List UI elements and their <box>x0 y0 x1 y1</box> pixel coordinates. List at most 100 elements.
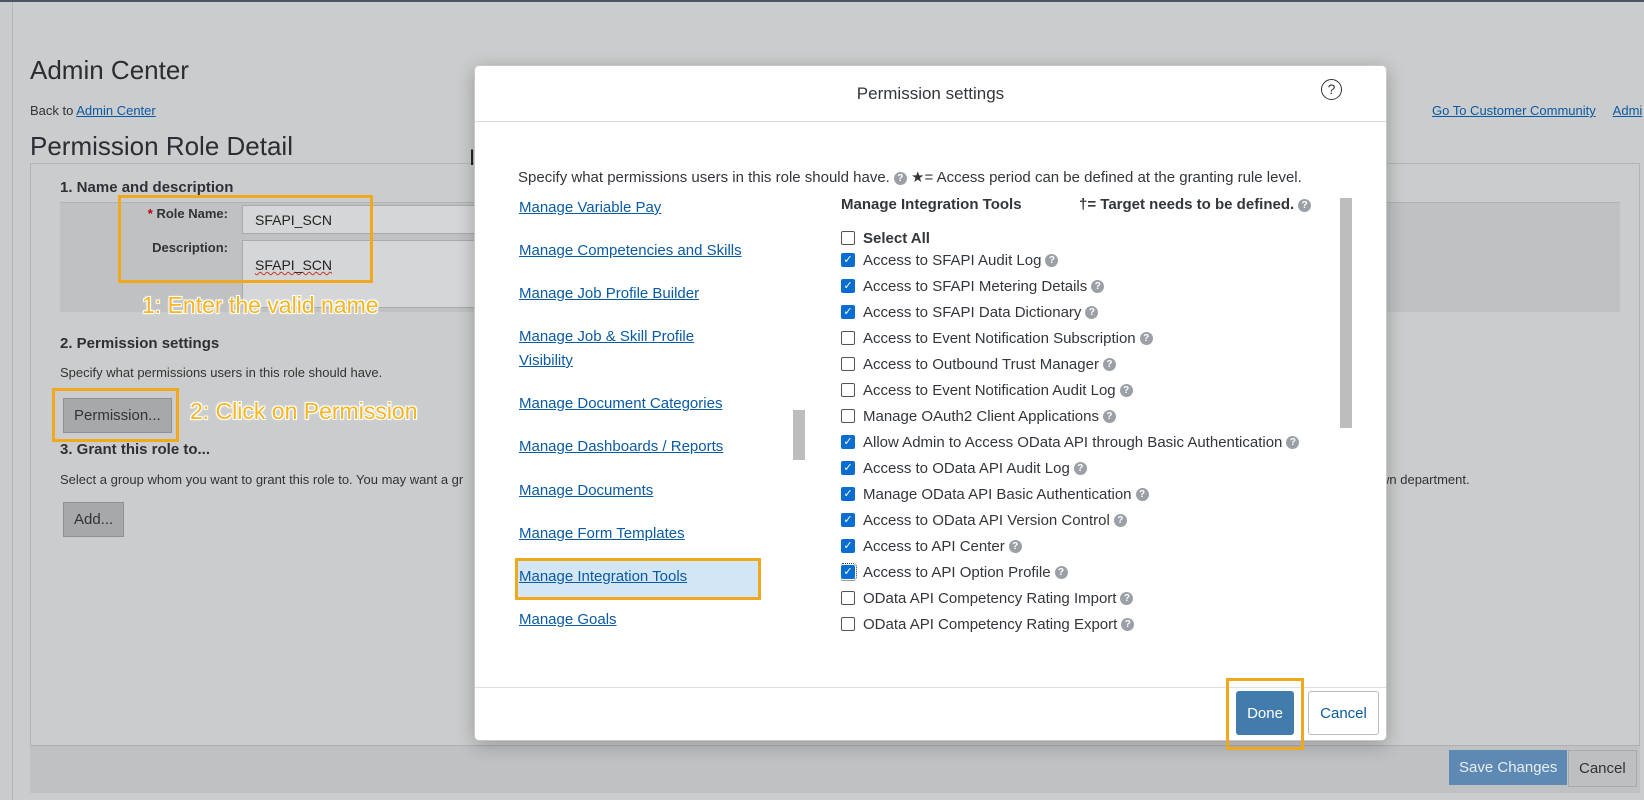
permission-checkbox[interactable] <box>841 409 855 423</box>
permission-checkbox[interactable] <box>841 487 855 501</box>
top-links: Go To Customer Community Admi <box>1432 103 1644 118</box>
back-prefix: Back to <box>30 103 77 118</box>
permission-row[interactable]: Access to API Center? <box>841 534 1022 558</box>
annotation-step2: 2: Click on Permission <box>190 398 418 424</box>
save-changes-button[interactable]: Save Changes <box>1449 750 1568 785</box>
select-all-checkbox[interactable] <box>841 231 855 245</box>
help-icon[interactable]: ? <box>1102 357 1116 371</box>
access-period-note: ★= Access period can be defined at the g… <box>911 169 1302 186</box>
help-icon[interactable]: ? <box>1286 435 1300 449</box>
question-circle-icon[interactable]: ? <box>1321 79 1342 100</box>
permission-section-header: Manage Integration Tools <box>841 196 1022 213</box>
permission-label: Access to OData API Audit Log <box>863 459 1070 477</box>
permission-label: Allow Admin to Access OData API through … <box>863 433 1283 451</box>
target-note: †= Target needs to be defined.? <box>1079 196 1312 213</box>
customer-community-link[interactable]: Go To Customer Community <box>1432 103 1596 118</box>
permission-label: Access to SFAPI Metering Details <box>863 277 1088 295</box>
permission-checkbox[interactable] <box>841 279 855 293</box>
permission-row[interactable]: Access to API Option Profile? <box>841 560 1068 584</box>
category-manage-job-profile-builder[interactable]: Manage Job Profile Builder <box>519 282 759 306</box>
help-icon[interactable]: ? <box>1073 461 1087 475</box>
permission-row[interactable]: OData API Competency Rating Import? <box>841 586 1134 610</box>
permission-row[interactable]: Allow Admin to Access OData API through … <box>841 430 1300 454</box>
permission-row[interactable]: Access to Outbound Trust Manager? <box>841 352 1116 376</box>
help-icon[interactable]: ? <box>1135 487 1149 501</box>
help-icon[interactable]: ? <box>1102 409 1116 423</box>
select-all-row[interactable]: Select All <box>841 226 930 250</box>
page-cancel-button[interactable]: Cancel <box>1568 750 1637 787</box>
dialog-header: Permission settings ? <box>475 66 1386 122</box>
permission-label: Access to API Center <box>863 537 1005 555</box>
permission-checkbox[interactable] <box>841 461 855 475</box>
permission-checkbox[interactable] <box>841 435 855 449</box>
breadcrumb: Back to Admin Center <box>30 103 156 118</box>
admin-center-title: Admin Center <box>30 55 189 85</box>
category-manage-documents[interactable]: Manage Documents <box>519 479 759 503</box>
dialog-intro: Specify what permissions users in this r… <box>518 169 1302 186</box>
category-manage-job-skill-visibility[interactable]: Manage Job & Skill Profile Visibility <box>519 325 719 373</box>
permission-row[interactable]: Access to SFAPI Audit Log? <box>841 248 1059 272</box>
help-icon[interactable]: ? <box>1008 539 1022 553</box>
help-icon[interactable]: ? <box>1119 383 1133 397</box>
add-button[interactable]: Add... <box>63 502 125 537</box>
permission-label: Access to Event Notification Audit Log <box>863 381 1116 399</box>
permission-checkbox[interactable] <box>841 357 855 371</box>
category-manage-goals[interactable]: Manage Goals <box>519 608 759 632</box>
permission-label: Access to Event Notification Subscriptio… <box>863 329 1136 347</box>
category-manage-integration-tools[interactable]: Manage Integration Tools <box>519 565 759 589</box>
grant-role-help: Select a group whom you want to grant th… <box>60 472 464 487</box>
permission-checkbox[interactable] <box>841 617 855 631</box>
help-icon[interactable]: ? <box>1121 617 1135 631</box>
category-scrollbar[interactable] <box>793 410 805 460</box>
permission-checkbox[interactable] <box>841 563 857 581</box>
permission-row[interactable]: Access to OData API Version Control? <box>841 508 1127 532</box>
section-name-description: 1. Name and description <box>60 179 234 196</box>
permission-checkbox[interactable] <box>841 305 855 319</box>
permission-checkbox[interactable] <box>841 513 855 527</box>
permission-checkbox[interactable] <box>841 591 855 605</box>
admin-link-truncated[interactable]: Admi <box>1613 103 1643 118</box>
help-icon[interactable]: ? <box>1298 198 1312 212</box>
help-icon[interactable]: ? <box>893 171 907 185</box>
permission-row[interactable]: Access to Event Notification Subscriptio… <box>841 326 1153 350</box>
permission-row[interactable]: Access to OData API Audit Log? <box>841 456 1087 480</box>
category-manage-dashboards[interactable]: Manage Dashboards / Reports <box>519 435 759 459</box>
permission-row[interactable]: Manage OAuth2 Client Applications? <box>841 404 1116 428</box>
annotation-name-highlight <box>118 195 373 283</box>
category-list: Manage Variable Pay Manage Competencies … <box>519 186 779 646</box>
category-manage-form-templates[interactable]: Manage Form Templates <box>519 522 759 546</box>
help-icon[interactable]: ? <box>1120 591 1134 605</box>
select-all-label: Select All <box>863 229 930 247</box>
dialog-cancel-button[interactable]: Cancel <box>1308 691 1379 735</box>
permission-checkbox[interactable] <box>841 383 855 397</box>
permission-row[interactable]: Access to SFAPI Metering Details? <box>841 274 1105 298</box>
help-icon[interactable]: ? <box>1091 279 1105 293</box>
permission-label: OData API Competency Rating Export <box>863 615 1118 633</box>
permission-row[interactable]: OData API Competency Rating Export? <box>841 612 1135 636</box>
permission-settings-dialog: Permission settings ? Specify what permi… <box>474 65 1387 750</box>
permission-row[interactable]: Manage OData API Basic Authentication? <box>841 482 1149 506</box>
permission-row[interactable]: Access to Event Notification Audit Log? <box>841 378 1133 402</box>
done-button[interactable]: Done <box>1236 691 1294 735</box>
permission-label: Access to API Option Profile <box>863 563 1051 581</box>
help-icon[interactable]: ? <box>1113 513 1127 527</box>
category-manage-variable-pay[interactable]: Manage Variable Pay <box>519 196 759 220</box>
permission-row[interactable]: Access to SFAPI Data Dictionary? <box>841 300 1099 324</box>
admin-center-link[interactable]: Admin Center <box>76 103 155 118</box>
help-icon[interactable]: ? <box>1054 565 1068 579</box>
help-icon[interactable]: ? <box>1085 305 1099 319</box>
help-icon[interactable]: ? <box>1045 253 1059 267</box>
category-manage-document-categories[interactable]: Manage Document Categories <box>519 392 759 416</box>
permission-checkbox[interactable] <box>841 331 855 345</box>
permission-label: Access to OData API Version Control <box>863 511 1110 529</box>
category-manage-competencies[interactable]: Manage Competencies and Skills <box>519 239 759 263</box>
permission-checkbox[interactable] <box>841 253 855 267</box>
permission-scrollbar[interactable] <box>1340 198 1352 428</box>
help-icon[interactable]: ? <box>1139 331 1153 345</box>
section-grant-role: 3. Grant this role to... <box>60 441 211 458</box>
page-title: Permission Role Detail <box>30 131 293 161</box>
permission-checkbox[interactable] <box>841 539 855 553</box>
permission-label: Access to SFAPI Audit Log <box>863 251 1042 269</box>
permission-label: Manage OData API Basic Authentication <box>863 485 1132 503</box>
section-permission-settings: 2. Permission settings <box>60 335 220 352</box>
